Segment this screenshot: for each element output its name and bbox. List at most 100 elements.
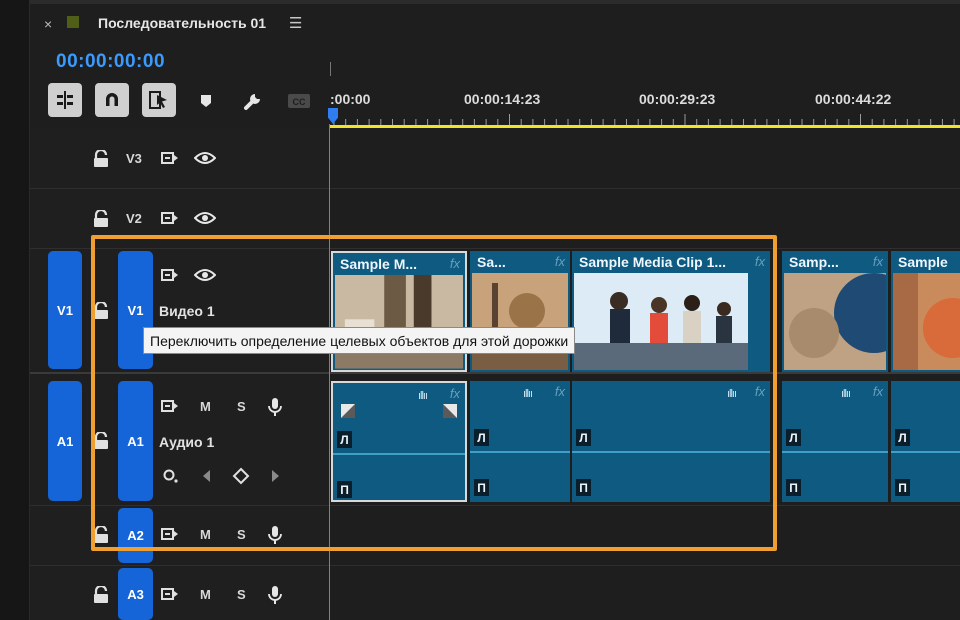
lock-icon[interactable] bbox=[93, 586, 109, 604]
track-headers bbox=[30, 128, 330, 620]
insert-overwrite-toggle-icon bbox=[57, 91, 73, 109]
track-targeting-a2[interactable]: A2 bbox=[118, 508, 153, 563]
mute-button[interactable]: M bbox=[200, 527, 211, 542]
show-keyframes-icon[interactable] bbox=[162, 467, 180, 485]
audio-clip[interactable]: Л П bbox=[891, 381, 960, 502]
channel-divider bbox=[891, 451, 960, 453]
track-label-v3[interactable]: V3 bbox=[126, 151, 142, 166]
solo-button[interactable]: S bbox=[237, 399, 246, 414]
close-tab-button[interactable]: × bbox=[44, 16, 52, 32]
sync-lock-icon[interactable] bbox=[161, 399, 179, 413]
sync-lock-icon[interactable] bbox=[161, 527, 179, 541]
add-marker-button[interactable] bbox=[193, 88, 219, 114]
mute-button[interactable]: M bbox=[200, 587, 211, 602]
timeline-settings-wrench-icon bbox=[244, 94, 260, 110]
sync-lock-icon[interactable] bbox=[161, 211, 179, 225]
ruler-label-3: 00:00:44:22 bbox=[815, 91, 892, 107]
video-clip[interactable]: Sample Media Clip 1... fx bbox=[572, 251, 770, 372]
solo-button[interactable]: S bbox=[237, 587, 246, 602]
waveform-icon: ıllıı bbox=[726, 388, 737, 400]
left-panel-gutter bbox=[0, 0, 30, 620]
track-targeting-a3[interactable]: A3 bbox=[118, 568, 153, 620]
right-channel-label: П bbox=[786, 479, 801, 496]
video-clip[interactable]: Samp... fx bbox=[782, 251, 888, 372]
source-patch-a1[interactable]: A1 bbox=[48, 381, 82, 501]
captions-button[interactable]: CC bbox=[286, 88, 312, 114]
fade-out-handle-icon[interactable] bbox=[443, 404, 457, 418]
fade-in-handle-icon[interactable] bbox=[341, 404, 355, 418]
microphone-icon[interactable] bbox=[268, 525, 282, 545]
track-name-a1[interactable]: Аудио 1 bbox=[159, 434, 214, 450]
audio-clip[interactable]: ıllıı fx Л П bbox=[572, 381, 770, 502]
previous-keyframe-icon[interactable] bbox=[200, 468, 212, 484]
svg-text:CC: CC bbox=[293, 97, 306, 107]
work-area-bar[interactable] bbox=[330, 125, 960, 128]
lock-icon[interactable] bbox=[93, 432, 109, 450]
track-label-v2[interactable]: V2 bbox=[126, 211, 142, 226]
sync-lock-icon[interactable] bbox=[161, 268, 179, 282]
snap-magnet-icon bbox=[106, 93, 118, 106]
track-separator bbox=[30, 565, 960, 566]
linked-selection-button[interactable] bbox=[142, 83, 176, 117]
track-name-v1[interactable]: Видео 1 bbox=[159, 303, 215, 319]
playhead-line[interactable] bbox=[329, 124, 330, 620]
timeline-settings-button[interactable] bbox=[240, 88, 266, 114]
insert-overwrite-toggle-button[interactable] bbox=[48, 83, 82, 117]
fx-badge[interactable]: fx bbox=[755, 254, 765, 269]
source-patch-v1[interactable]: V1 bbox=[48, 251, 82, 369]
lock-icon[interactable] bbox=[93, 210, 109, 228]
sync-lock-icon[interactable] bbox=[161, 151, 179, 165]
clip-thumbnail bbox=[335, 275, 463, 369]
microphone-icon[interactable] bbox=[268, 585, 282, 605]
clip-thumbnail bbox=[893, 273, 960, 370]
audio-clip[interactable]: ıllıı fx Л П bbox=[331, 381, 467, 502]
add-keyframe-icon[interactable] bbox=[232, 467, 250, 485]
solo-button[interactable]: S bbox=[237, 527, 246, 542]
panel-menu-icon[interactable]: ☰ bbox=[289, 14, 302, 32]
mute-button[interactable]: M bbox=[200, 399, 211, 414]
next-keyframe-icon[interactable] bbox=[270, 468, 282, 484]
lock-icon[interactable] bbox=[93, 302, 109, 320]
clip-title: Samp... bbox=[789, 254, 839, 270]
fx-badge[interactable]: fx bbox=[873, 254, 883, 269]
audio-clip[interactable]: ıllıı fx Л П bbox=[470, 381, 570, 502]
sequence-color-swatch bbox=[67, 16, 79, 28]
fx-badge[interactable]: fx bbox=[873, 384, 883, 399]
ruler-label-0: :00:00 bbox=[330, 91, 371, 107]
fx-badge[interactable]: fx bbox=[450, 256, 460, 271]
video-clip[interactable]: Sample bbox=[891, 251, 960, 372]
clip-thumbnail bbox=[784, 273, 886, 370]
captions-cc-icon: CC bbox=[288, 94, 310, 108]
snap-button[interactable] bbox=[95, 83, 129, 117]
left-channel-label: Л bbox=[895, 429, 910, 446]
waveform-icon: ıllıı bbox=[522, 388, 533, 400]
lock-icon[interactable] bbox=[93, 526, 109, 544]
fx-badge[interactable]: fx bbox=[555, 254, 565, 269]
track-targeting-tooltip: Переключить определение целевых объектов… bbox=[143, 327, 576, 354]
channel-divider bbox=[572, 451, 770, 453]
fx-badge[interactable]: fx bbox=[755, 384, 765, 399]
eye-icon[interactable] bbox=[194, 151, 216, 165]
track-separator bbox=[30, 248, 960, 249]
track-targeting-a1[interactable]: A1 bbox=[118, 381, 153, 501]
lock-icon[interactable] bbox=[93, 150, 109, 168]
sync-lock-icon[interactable] bbox=[161, 587, 179, 601]
waveform-icon: ıllıı bbox=[840, 388, 851, 400]
right-channel-label: П bbox=[576, 479, 591, 496]
right-channel-label: П bbox=[337, 481, 352, 498]
ruler-label-2: 00:00:29:23 bbox=[639, 91, 716, 107]
right-channel-label: П bbox=[474, 479, 489, 496]
track-separator bbox=[30, 188, 960, 189]
microphone-icon[interactable] bbox=[268, 397, 282, 417]
eye-icon[interactable] bbox=[194, 268, 216, 282]
fx-badge[interactable]: fx bbox=[450, 386, 460, 401]
playhead-timecode[interactable]: 00:00:00:00 bbox=[56, 51, 165, 73]
fx-badge[interactable]: fx bbox=[555, 384, 565, 399]
clip-thumbnail bbox=[472, 273, 568, 370]
sequence-tab-title[interactable]: Последовательность 01 bbox=[98, 15, 266, 31]
eye-icon[interactable] bbox=[194, 211, 216, 225]
channel-divider bbox=[470, 451, 570, 453]
audio-clip[interactable]: ıllıı fx Л П bbox=[782, 381, 888, 502]
clip-title: Sample bbox=[898, 254, 948, 270]
channel-divider bbox=[333, 453, 465, 455]
